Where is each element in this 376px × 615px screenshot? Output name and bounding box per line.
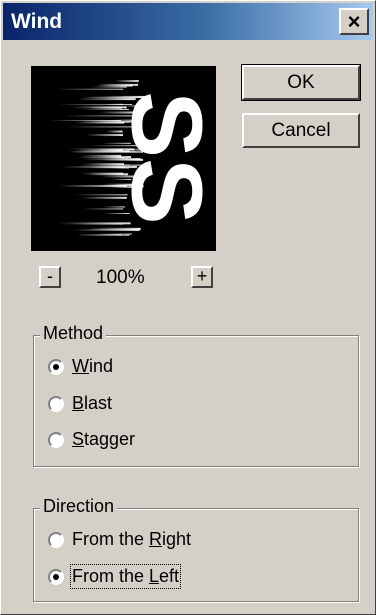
- direction-option-left[interactable]: From the Left: [48, 564, 182, 589]
- radio-wind[interactable]: [48, 358, 64, 375]
- radio-from-right[interactable]: [48, 531, 64, 548]
- method-group-title: Method: [40, 323, 107, 344]
- radio-blast[interactable]: [48, 395, 64, 412]
- close-icon: ×: [347, 8, 361, 34]
- direction-option-right[interactable]: From the Right: [48, 529, 191, 550]
- cancel-button[interactable]: Cancel: [242, 113, 360, 148]
- preview-image: SS: [48, 80, 216, 236]
- direction-option-left-label: From the Left: [69, 564, 182, 589]
- method-option-wind-label: Wind: [72, 356, 114, 376]
- direction-group: Direction From the Right From the Left: [33, 496, 359, 602]
- radio-stagger[interactable]: [48, 431, 64, 448]
- wind-streak: [90, 86, 127, 88]
- ok-button[interactable]: OK: [241, 64, 361, 101]
- direction-group-title: Direction: [40, 496, 118, 517]
- wind-streak: [77, 234, 130, 236]
- method-option-wind[interactable]: Wind: [48, 356, 113, 377]
- preview-sample-text: SS: [111, 91, 216, 224]
- zoom-in-button[interactable]: +: [191, 266, 213, 288]
- method-option-blast[interactable]: Blast: [48, 393, 112, 414]
- method-option-blast-label: Blast: [72, 393, 113, 413]
- dialog-title: Wind: [11, 10, 63, 33]
- zoom-level: 100%: [96, 267, 145, 288]
- wind-streak: [95, 84, 133, 87]
- direction-option-right-label: From the Right: [72, 529, 192, 549]
- filter-preview[interactable]: SS: [31, 66, 216, 251]
- title-bar[interactable]: Wind ×: [3, 3, 373, 40]
- method-group: Method Wind Blast Stagger: [33, 323, 359, 467]
- radio-from-left[interactable]: [48, 568, 64, 585]
- close-button[interactable]: ×: [339, 8, 369, 35]
- wind-streak: [55, 88, 124, 90]
- wind-streak: [114, 80, 139, 83]
- method-option-stagger-label: Stagger: [72, 429, 136, 449]
- zoom-out-button[interactable]: -: [39, 266, 61, 288]
- wind-streak: [48, 120, 122, 122]
- wind-streak: [88, 227, 141, 230]
- wind-dialog: Wind × SS OK Cancel - 100% + Method Wind: [0, 0, 376, 615]
- method-option-stagger[interactable]: Stagger: [48, 429, 135, 450]
